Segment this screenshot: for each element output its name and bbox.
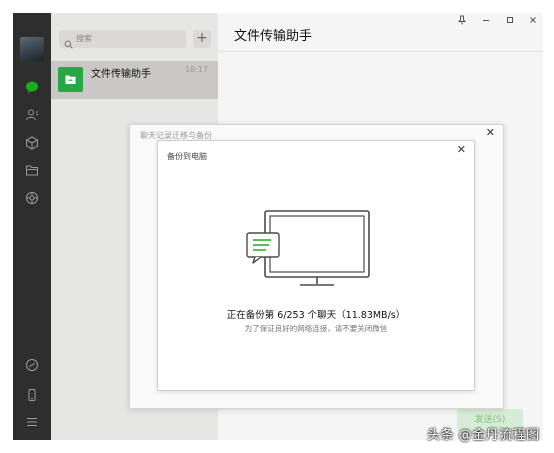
- monitor-chat-illustration-icon: [242, 207, 372, 297]
- list-item[interactable]: 文件传输助手 18:17: [51, 61, 218, 99]
- close-icon[interactable]: ✕: [457, 143, 466, 156]
- header-divider: [218, 51, 543, 52]
- avatar[interactable]: [20, 37, 44, 61]
- miniprogram-icon[interactable]: [22, 355, 42, 375]
- phone-icon[interactable]: [22, 385, 42, 405]
- page-title: 文件传输助手: [234, 29, 313, 44]
- files-icon[interactable]: [22, 160, 42, 180]
- chat-name: 文件传输助手: [91, 69, 151, 80]
- close-icon[interactable]: ✕: [486, 126, 495, 139]
- backup-dialog: 备份到电脑 ✕ 正在备份第 6/253 个聊天（11.83MB/s） 为了保证良…: [157, 140, 475, 391]
- file-transfer-avatar: [58, 67, 83, 92]
- add-button[interactable]: +: [193, 30, 211, 48]
- dialog-title: 备份到电脑: [167, 152, 207, 161]
- backup-progress-text: 正在备份第 6/253 个聊天（11.83MB/s）: [226, 310, 406, 321]
- watermark: 头条 @金丹流程图: [427, 428, 540, 443]
- contacts-icon[interactable]: [22, 105, 42, 125]
- nav-sidebar: [13, 13, 51, 440]
- moments-icon[interactable]: [22, 188, 42, 208]
- pin-icon[interactable]: [454, 15, 470, 31]
- search-icon: [64, 34, 73, 53]
- chat-time: 18:17: [184, 65, 208, 74]
- close-icon[interactable]: [525, 15, 541, 31]
- minimize-icon[interactable]: [478, 15, 494, 31]
- favorites-icon[interactable]: [22, 133, 42, 153]
- menu-icon[interactable]: [22, 412, 42, 432]
- chat-icon[interactable]: [22, 77, 42, 97]
- backup-hint-text: 为了保证良好的网络连接，请不要关闭微信: [244, 324, 388, 333]
- search-placeholder: 搜索: [76, 34, 92, 43]
- maximize-icon[interactable]: [502, 15, 518, 31]
- search-input[interactable]: 搜索: [59, 30, 186, 49]
